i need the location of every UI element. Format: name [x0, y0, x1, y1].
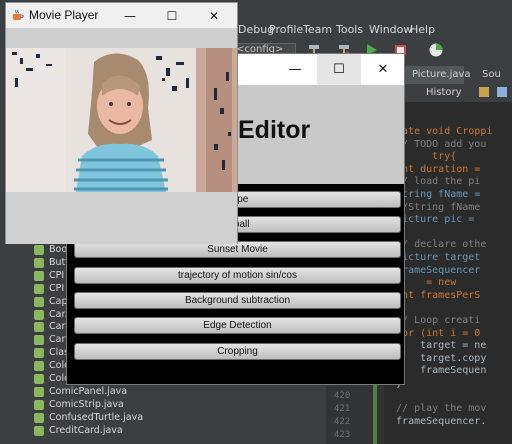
tab-source[interactable]: Sou — [466, 66, 512, 84]
movie-close-button[interactable]: ✕ — [196, 3, 232, 28]
java-file-icon — [34, 348, 44, 359]
project-file-item[interactable]: ComicPanel.java — [49, 386, 127, 397]
java-file-icon — [34, 374, 44, 384]
project-file-item[interactable]: ComicStrip.java — [49, 399, 124, 410]
project-file-item[interactable]: CPI — [49, 270, 64, 281]
java-file-icon — [34, 245, 44, 255]
menu-window[interactable]: Window — [369, 23, 412, 36]
java-file-icon — [34, 399, 44, 410]
history-bar: History — [396, 84, 512, 102]
java-file-icon — [34, 296, 44, 307]
java-file-icon — [34, 257, 44, 268]
cropping-button[interactable]: Cropping — [74, 343, 401, 360]
line-number: 420 — [334, 391, 351, 401]
project-file-item[interactable]: Cap — [49, 296, 68, 307]
project-file-item[interactable]: Car. — [49, 309, 68, 320]
movie-player-titlebar: Movie Player — ☐ ✕ — [6, 3, 237, 28]
java-file-icon — [34, 386, 44, 397]
movie-minimize-button[interactable]: — — [112, 3, 148, 28]
java-file-icon — [34, 283, 44, 294]
profile-icon[interactable] — [428, 42, 444, 58]
project-file-item[interactable]: Boo — [49, 244, 67, 255]
java-file-icon — [34, 309, 44, 320]
movie-top-strip — [6, 28, 237, 48]
movie-player-window: Movie Player — ☐ ✕ — [5, 2, 238, 244]
editor-heading: Editor — [238, 116, 311, 144]
menu-help[interactable]: Help — [410, 23, 435, 36]
back-icon[interactable] — [478, 86, 490, 98]
tab-label: Sou — [482, 69, 501, 80]
project-file-item[interactable]: CPI — [49, 283, 64, 294]
menu-tools[interactable]: Tools — [336, 23, 363, 36]
code-line: // play the mov — [384, 403, 487, 415]
trajectory-button[interactable]: trajectory of motion sin/cos — [74, 267, 401, 284]
forward-icon[interactable] — [496, 86, 508, 98]
editor-tabs: Picture.java Sou — [396, 66, 512, 84]
line-number: 423 — [334, 430, 351, 440]
change-marker — [373, 385, 377, 444]
line-number: 421 — [334, 404, 351, 414]
movie-player-title: Movie Player — [29, 8, 99, 22]
edge-detection-button[interactable]: Edge Detection — [74, 317, 401, 334]
java-file-icon — [34, 270, 44, 281]
java-file-icon — [34, 412, 44, 423]
menu-profile[interactable]: Profile — [269, 23, 303, 36]
editor-close-button[interactable]: ✕ — [361, 54, 405, 85]
line-number: 422 — [334, 417, 351, 427]
movie-controls-area — [6, 192, 237, 244]
java-file-icon — [34, 322, 44, 333]
history-tab[interactable]: History — [426, 87, 462, 98]
tab-label: Picture.java — [412, 69, 471, 80]
code-line: frameSequencer. — [384, 415, 487, 427]
java-cup-icon — [13, 9, 24, 20]
menu-team[interactable]: Team — [303, 23, 332, 36]
project-file-item[interactable]: ConfusedTurtle.java — [49, 412, 143, 423]
movie-maximize-button[interactable]: ☐ — [154, 3, 190, 28]
background-subtraction-button[interactable]: Background subtraction — [74, 292, 401, 309]
java-file-icon — [34, 335, 44, 346]
java-file-icon — [34, 361, 44, 372]
editor-maximize-button[interactable]: ☐ — [317, 54, 361, 85]
tab-picture-java[interactable]: Picture.java — [396, 66, 471, 84]
editor-minimize-button[interactable]: — — [273, 54, 317, 85]
java-file-icon — [34, 425, 44, 436]
movie-frame — [6, 48, 237, 192]
project-file-item[interactable]: CreditCard.java — [49, 425, 123, 436]
